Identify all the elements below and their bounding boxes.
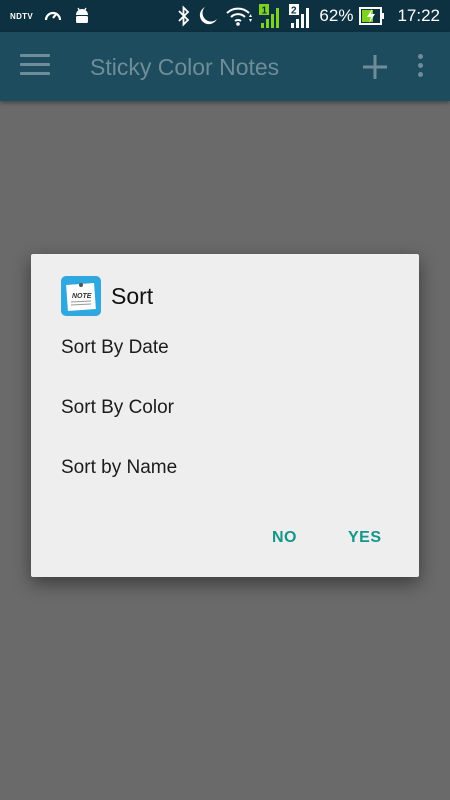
yes-button[interactable]: YES bbox=[348, 529, 382, 547]
android-icon bbox=[73, 6, 91, 26]
dialog-title: Sort bbox=[111, 282, 154, 309]
clock: 17:22 bbox=[397, 6, 440, 25]
ndtv-icon: NDTV bbox=[10, 11, 33, 21]
sort-by-color-option[interactable]: Sort By Color bbox=[61, 397, 174, 419]
notes-app-icon: NOTE bbox=[61, 276, 101, 316]
sim2-label: 2 bbox=[291, 6, 297, 17]
sim1-signal-icon: 1 bbox=[259, 4, 283, 28]
menu-icon[interactable] bbox=[20, 54, 50, 80]
status-bar: NDTV 1 2 62% 17:22 bbox=[0, 0, 450, 32]
sort-by-name-option[interactable]: Sort by Name bbox=[61, 457, 177, 479]
sim1-label: 1 bbox=[262, 6, 268, 17]
app-title: Sticky Color Notes bbox=[90, 54, 280, 80]
speedometer-icon bbox=[43, 6, 63, 26]
status-bar-right: 1 2 62% 17:22 bbox=[177, 4, 450, 28]
add-icon[interactable] bbox=[360, 52, 390, 82]
more-vert-icon[interactable] bbox=[412, 54, 428, 82]
sort-by-date-option[interactable]: Sort By Date bbox=[61, 337, 169, 359]
battery-charging-icon bbox=[359, 6, 385, 26]
moon-icon bbox=[197, 5, 219, 27]
sort-dialog: NOTE Sort Sort By Date Sort By Color Sor… bbox=[31, 254, 419, 577]
sim2-signal-icon: 2 bbox=[289, 4, 313, 28]
dialog-header: NOTE Sort bbox=[61, 276, 153, 316]
app-bar: Sticky Color Notes bbox=[0, 32, 450, 101]
status-bar-left: NDTV bbox=[0, 6, 91, 26]
wifi-icon bbox=[225, 5, 253, 27]
bluetooth-icon bbox=[177, 5, 191, 27]
no-button[interactable]: NO bbox=[272, 529, 297, 547]
battery-percent: 62% bbox=[319, 6, 354, 25]
notes-app-icon-label: NOTE bbox=[72, 293, 92, 300]
